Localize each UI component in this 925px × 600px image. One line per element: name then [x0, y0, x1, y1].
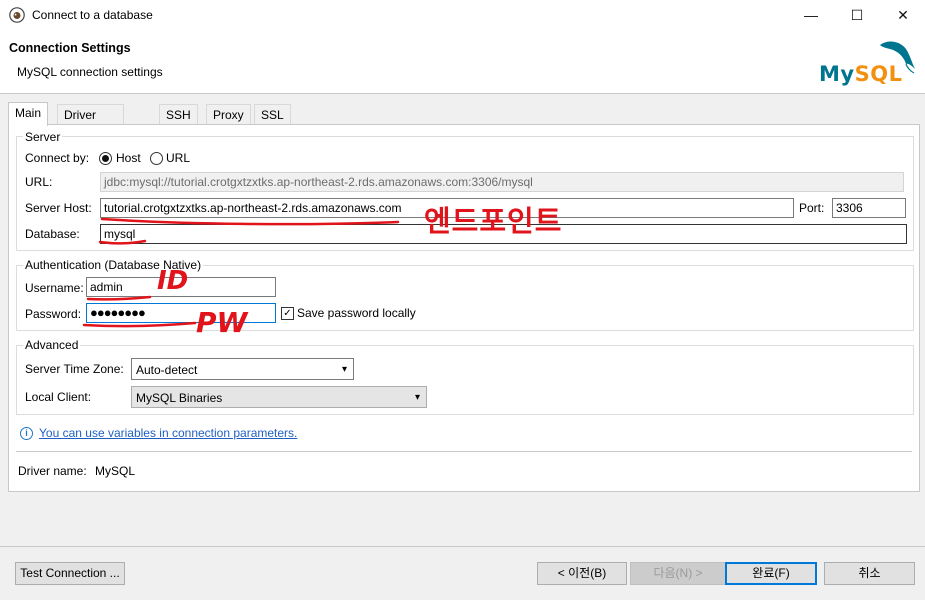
red-annotation-strokes [82, 217, 400, 328]
finish-button[interactable]: 완료(F) [725, 562, 817, 585]
cancel-button[interactable]: 취소 [824, 562, 915, 585]
next-button[interactable]: 다음(N) > [630, 562, 726, 585]
footer-divider [0, 546, 925, 547]
annotation-pw: PW [196, 306, 248, 339]
test-connection-button[interactable]: Test Connection ... [15, 562, 125, 585]
annotation-id: ID [157, 266, 189, 296]
tab-main[interactable]: Main [8, 102, 49, 126]
back-button[interactable]: < 이전(B) [537, 562, 627, 585]
annotation-endpoint: 엔드포인트 [424, 204, 563, 238]
